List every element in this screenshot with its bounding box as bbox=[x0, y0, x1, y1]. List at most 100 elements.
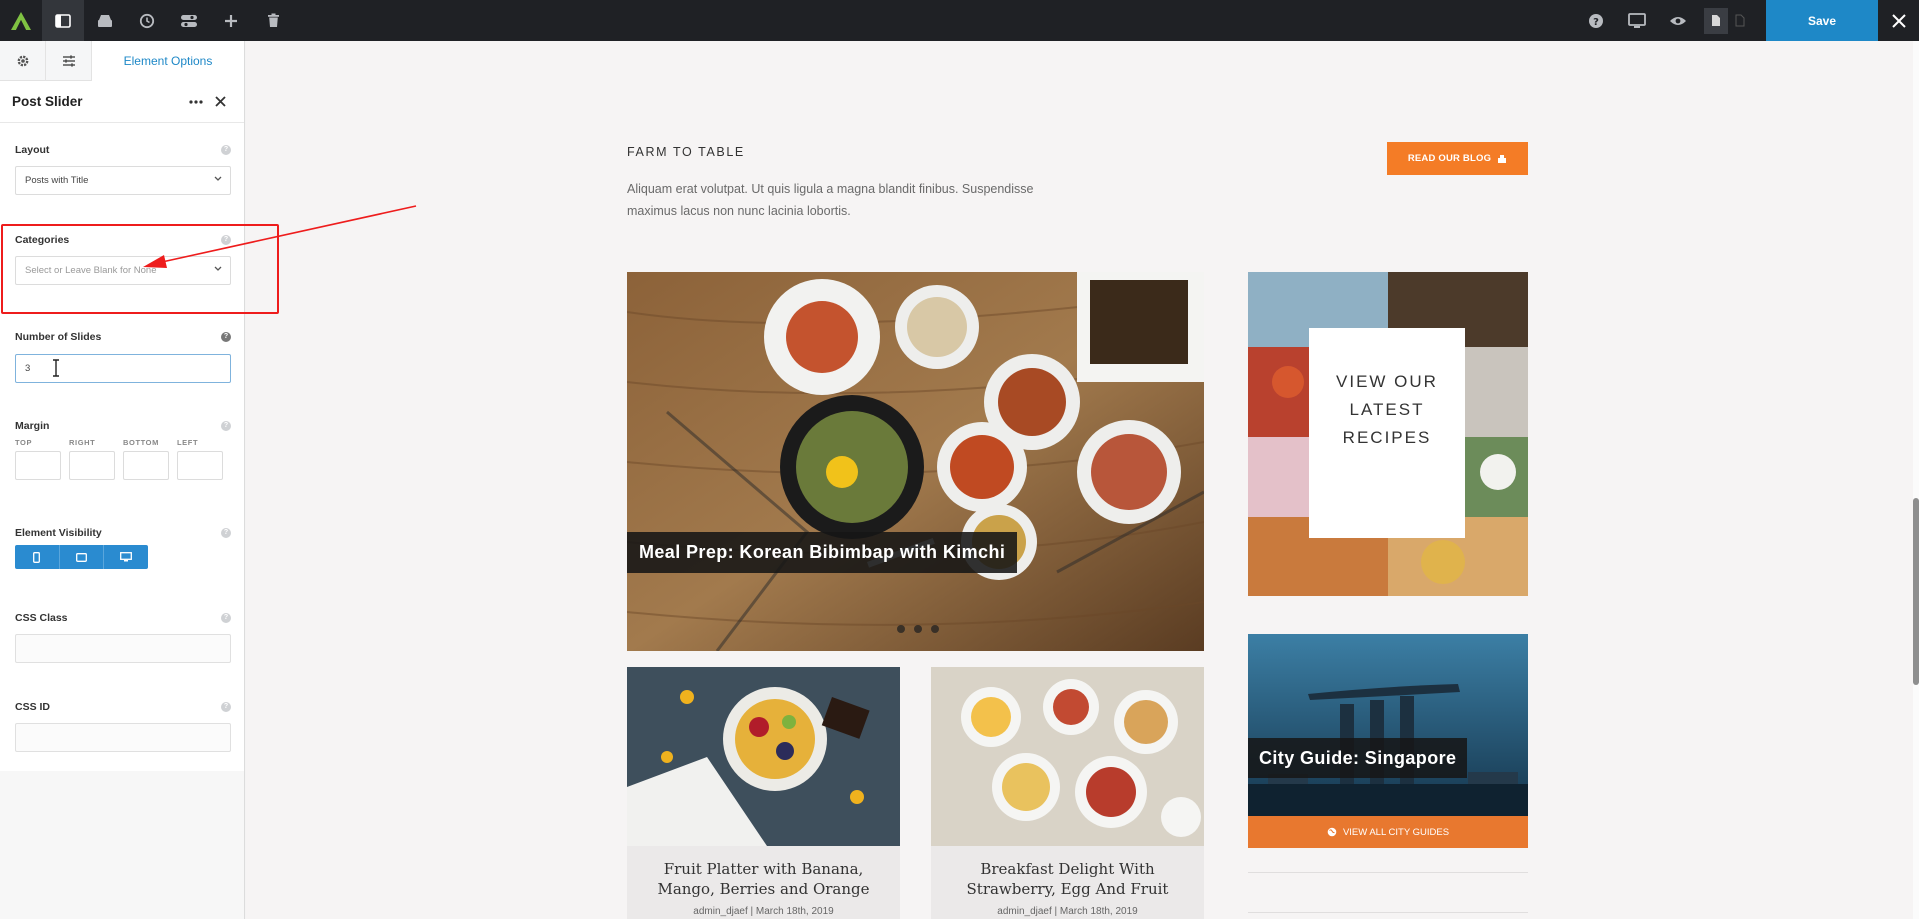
slider-dot[interactable] bbox=[914, 625, 922, 633]
visibility-toggle-group bbox=[15, 545, 148, 569]
sidebar-toggle-icon[interactable] bbox=[42, 0, 84, 41]
settings-toggles-icon[interactable] bbox=[168, 0, 210, 41]
tab-settings-gear-icon[interactable] bbox=[0, 41, 46, 81]
latest-recipes-banner[interactable]: VIEW OUR LATEST RECIPES bbox=[1248, 272, 1528, 596]
scrollbar-track[interactable] bbox=[1913, 41, 1919, 919]
css-id-label: CSS ID bbox=[15, 701, 51, 713]
number-of-slides-input[interactable]: 3 bbox=[15, 354, 231, 383]
recipes-text: VIEW OUR LATEST RECIPES bbox=[1336, 372, 1438, 447]
preview-eye-icon[interactable] bbox=[1657, 0, 1698, 41]
panel-tabs: Element Options bbox=[0, 41, 244, 81]
blog-icon bbox=[1498, 154, 1507, 163]
library-icon[interactable] bbox=[84, 0, 126, 41]
css-id-help-icon[interactable]: ? bbox=[221, 702, 231, 712]
margin-left-label: LEFT bbox=[177, 438, 199, 447]
margin-top-label: TOP bbox=[15, 438, 33, 447]
layout-help-icon[interactable]: ? bbox=[221, 145, 231, 155]
margin-help-icon[interactable]: ? bbox=[221, 421, 231, 431]
slider-dots bbox=[897, 625, 939, 633]
post-card-meta: admin_djaef | March 18th, 2019 bbox=[997, 906, 1138, 917]
margin-left: LEFT bbox=[177, 438, 223, 480]
element-visibility-field: Element Visibility ? bbox=[15, 527, 231, 575]
hero-slide[interactable]: Meal Prep: Korean Bibimbap with Kimchi bbox=[627, 272, 1204, 651]
read-our-blog-button[interactable]: READ OUR BLOG bbox=[1387, 142, 1528, 175]
recipes-card: VIEW OUR LATEST RECIPES bbox=[1309, 328, 1465, 538]
post-card-title[interactable]: Breakfast Delight With Strawberry, Egg A… bbox=[931, 846, 1204, 899]
post-card-title[interactable]: Fruit Platter with Banana, Mango, Berrie… bbox=[627, 846, 900, 899]
layout-field: Layout ? Posts with Title bbox=[15, 144, 231, 200]
desktop-preview-icon[interactable] bbox=[1616, 0, 1657, 41]
number-of-slides-field: Number of Slides ? 3 bbox=[15, 331, 231, 387]
tab-sliders-icon[interactable] bbox=[46, 41, 92, 81]
divider bbox=[1248, 872, 1528, 873]
css-class-help-icon[interactable]: ? bbox=[221, 613, 231, 623]
hero-caption[interactable]: Meal Prep: Korean Bibimbap with Kimchi bbox=[627, 532, 1018, 573]
section-intro: Aliquam erat volutpat. Ut quis ligula a … bbox=[627, 182, 1034, 218]
post-card[interactable]: Fruit Platter with Banana, Mango, Berrie… bbox=[627, 667, 900, 919]
trash-icon[interactable] bbox=[252, 0, 294, 41]
hero-food-image bbox=[627, 272, 1204, 651]
section-eyebrow: FARM TO TABLE bbox=[627, 145, 745, 159]
tab-element-options[interactable]: Element Options bbox=[92, 41, 244, 81]
text-cursor-icon bbox=[53, 359, 59, 377]
css-class-label: CSS Class bbox=[15, 612, 68, 624]
divider bbox=[1248, 912, 1528, 913]
margin-left-input[interactable] bbox=[177, 451, 223, 480]
chevron-down-icon bbox=[214, 266, 222, 271]
help-icon[interactable]: ? bbox=[1575, 0, 1616, 41]
margin-inputs: TOP RIGHT BOTTOM LEFT bbox=[15, 438, 223, 480]
visibility-mobile-icon[interactable] bbox=[15, 545, 60, 569]
panel-header: Post Slider bbox=[0, 81, 244, 123]
post-card-meta: admin_djaef | March 18th, 2019 bbox=[693, 906, 834, 917]
close-panel-icon[interactable] bbox=[208, 96, 232, 107]
close-builder-icon[interactable] bbox=[1878, 0, 1919, 41]
view-all-city-guides-label: VIEW ALL CITY GUIDES bbox=[1342, 826, 1450, 838]
svg-text:?: ? bbox=[1593, 17, 1599, 28]
city-guide-caption[interactable]: City Guide: Singapore bbox=[1248, 738, 1468, 778]
blank-document-icon[interactable] bbox=[1728, 8, 1752, 34]
css-id-field: CSS ID ? bbox=[15, 701, 231, 753]
panel-empty-area bbox=[0, 771, 245, 919]
layout-select-value: Posts with Title bbox=[25, 175, 89, 186]
view-all-city-guides-button[interactable]: VIEW ALL CITY GUIDES bbox=[1248, 816, 1528, 848]
page-document-icon[interactable] bbox=[1704, 7, 1728, 34]
slider-dot[interactable] bbox=[931, 625, 939, 633]
scrollbar-thumb[interactable] bbox=[1913, 498, 1919, 685]
margin-label: Margin bbox=[15, 420, 50, 432]
history-icon[interactable] bbox=[126, 0, 168, 41]
layout-select[interactable]: Posts with Title bbox=[15, 166, 231, 195]
post-card-image bbox=[627, 667, 900, 846]
visibility-tablet-icon[interactable] bbox=[59, 545, 105, 569]
margin-right-input[interactable] bbox=[69, 451, 115, 480]
categories-placeholder: Select or Leave Blank for None bbox=[25, 265, 157, 276]
element-visibility-label: Element Visibility bbox=[15, 527, 102, 539]
css-class-field: CSS Class ? bbox=[15, 612, 231, 664]
margin-bottom-label: BOTTOM bbox=[123, 438, 159, 447]
globe-icon bbox=[1327, 827, 1337, 837]
add-element-icon[interactable] bbox=[210, 0, 252, 41]
panel-title: Post Slider bbox=[12, 94, 83, 109]
builder-toolbar: ? Save bbox=[0, 0, 1919, 41]
avada-logo-icon[interactable] bbox=[0, 0, 42, 41]
document-toggle bbox=[1704, 7, 1752, 34]
slider-dot[interactable] bbox=[897, 625, 905, 633]
margin-bottom: BOTTOM bbox=[123, 438, 169, 480]
margin-top-input[interactable] bbox=[15, 451, 61, 480]
categories-field: Categories ? Select or Leave Blank for N… bbox=[15, 234, 231, 290]
margin-bottom-input[interactable] bbox=[123, 451, 169, 480]
city-guide-banner[interactable]: City Guide: Singapore bbox=[1248, 634, 1528, 816]
categories-select[interactable]: Select or Leave Blank for None bbox=[15, 256, 231, 285]
post-card[interactable]: Breakfast Delight With Strawberry, Egg A… bbox=[931, 667, 1204, 919]
more-options-icon[interactable] bbox=[184, 99, 208, 104]
categories-help-icon[interactable]: ? bbox=[221, 235, 231, 245]
categories-label: Categories bbox=[15, 234, 70, 246]
element-visibility-help-icon[interactable]: ? bbox=[221, 528, 231, 538]
visibility-desktop-icon[interactable] bbox=[104, 545, 148, 569]
number-of-slides-help-icon[interactable]: ? bbox=[221, 332, 231, 342]
chevron-down-icon bbox=[214, 176, 222, 181]
css-id-input[interactable] bbox=[15, 723, 231, 752]
save-button[interactable]: Save bbox=[1766, 0, 1878, 41]
margin-right-label: RIGHT bbox=[69, 438, 96, 447]
post-card-image bbox=[931, 667, 1204, 846]
css-class-input[interactable] bbox=[15, 634, 231, 663]
